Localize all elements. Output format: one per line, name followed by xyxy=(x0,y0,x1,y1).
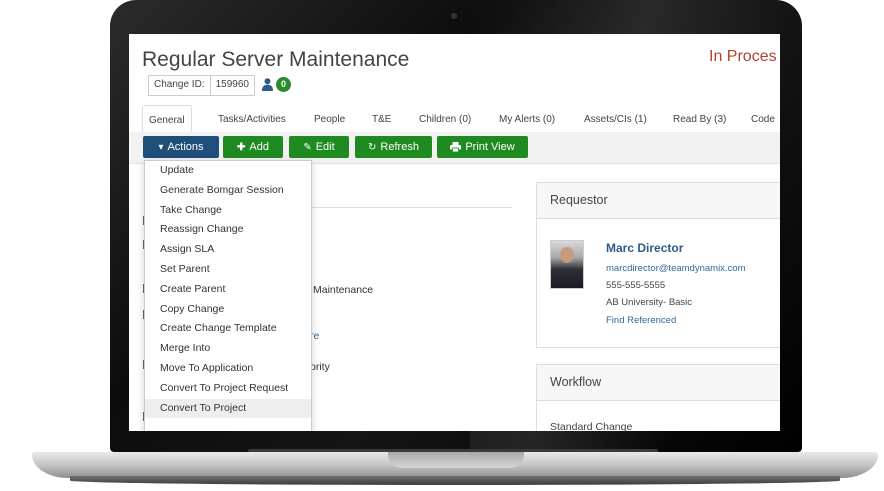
menu-item-generate-bomgar-session[interactable]: Generate Bomgar Session xyxy=(145,181,311,201)
menu-item-copy-change[interactable]: Copy Change xyxy=(145,300,311,320)
workflow-name: Standard Change xyxy=(550,421,633,431)
webcam xyxy=(451,13,457,19)
title-field-value: Maintenance xyxy=(313,284,374,296)
pencil-icon: ✎ xyxy=(303,141,312,153)
menu-item-update[interactable]: Update xyxy=(145,161,311,181)
tab-time-expense[interactable]: T&E xyxy=(372,114,391,125)
requestor-heading: Requestor xyxy=(537,183,780,219)
print-view-button[interactable]: Print View xyxy=(437,136,528,158)
menu-item-create-parent[interactable]: Create Parent xyxy=(145,280,311,300)
workflow-panel: Workflow Standard Change xyxy=(536,364,780,431)
change-ticket-page: Regular Server Maintenance In Proces Cha… xyxy=(129,34,780,431)
menu-item-set-parent[interactable]: Set Parent xyxy=(145,260,311,280)
people-count-badge[interactable]: 0 xyxy=(276,77,291,92)
avatar-face xyxy=(560,247,574,263)
chevron-down-icon: ▾ xyxy=(158,141,164,153)
tab-bar: General Tasks/Activities People T&E Chil… xyxy=(129,105,780,133)
menu-item-convert-to-project[interactable]: Convert To Project xyxy=(145,398,311,419)
tab-general[interactable]: General xyxy=(142,105,192,132)
tab-my-alerts[interactable]: My Alerts (0) xyxy=(499,114,555,125)
workflow-heading: Workflow xyxy=(537,365,780,401)
section-divider xyxy=(309,207,512,208)
add-button-label: Add xyxy=(249,141,269,153)
priority-field-value: ority xyxy=(310,361,330,373)
tab-tasks-activities[interactable]: Tasks/Activities xyxy=(218,114,286,125)
laptop-notch xyxy=(388,452,524,468)
edit-button[interactable]: ✎ Edit xyxy=(289,136,349,158)
requestor-panel: Requestor Marc Director marcdirector@tea… xyxy=(536,182,780,348)
requestor-avatar xyxy=(550,240,584,289)
change-id-value: 159960 xyxy=(215,79,249,90)
person-icon[interactable] xyxy=(262,78,273,91)
status-label: In Proces xyxy=(709,48,777,65)
menu-item-merge-into[interactable]: Merge Into xyxy=(145,339,311,359)
find-referenced-link[interactable]: Find Referenced xyxy=(606,315,676,326)
actions-button-label: Actions xyxy=(167,141,204,153)
tab-children[interactable]: Children (0) xyxy=(419,114,471,125)
page-title: Regular Server Maintenance xyxy=(142,48,410,71)
menu-item-take-change[interactable]: Take Change xyxy=(145,201,311,221)
add-button[interactable]: ✚ Add xyxy=(223,136,283,158)
actions-button[interactable]: ▾ Actions xyxy=(143,136,219,158)
menu-item-assign-sla[interactable]: Assign SLA xyxy=(145,240,311,260)
tab-read-by[interactable]: Read By (3) xyxy=(673,114,726,125)
refresh-icon: ↻ xyxy=(368,141,377,153)
requestor-name[interactable]: Marc Director xyxy=(606,241,683,255)
requestor-email[interactable]: marcdirector@teamdynamix.com xyxy=(606,263,746,274)
tab-people[interactable]: People xyxy=(314,114,345,125)
refresh-button-label: Refresh xyxy=(380,141,419,153)
requestor-phone: 555-555-5555 xyxy=(606,280,666,291)
laptop-screen: Regular Server Maintenance In Proces Cha… xyxy=(129,34,780,431)
print-view-button-label: Print View xyxy=(465,141,515,153)
menu-item-reassign-change[interactable]: Reassign Change xyxy=(145,220,311,240)
menu-item-create-change-template[interactable]: Create Change Template xyxy=(145,319,311,339)
change-id-box: Change ID: 159960 xyxy=(148,75,255,96)
print-icon xyxy=(450,142,462,152)
tab-assets-cis[interactable]: Assets/CIs (1) xyxy=(584,114,647,125)
change-id-label: Change ID: xyxy=(149,76,211,95)
actions-menu: Update Generate Bomgar Session Take Chan… xyxy=(144,160,312,431)
menu-item-convert-to-project-request[interactable]: Convert To Project Request xyxy=(145,379,311,399)
requestor-organization: AB University- Basic xyxy=(606,297,693,308)
refresh-button[interactable]: ↻ Refresh xyxy=(355,136,432,158)
laptop-base-bottom xyxy=(70,476,840,485)
tab-code[interactable]: Code xyxy=(751,114,775,125)
plus-icon: ✚ xyxy=(237,141,246,153)
menu-item-move-to-application[interactable]: Move To Application xyxy=(145,359,311,379)
edit-button-label: Edit xyxy=(315,141,335,153)
